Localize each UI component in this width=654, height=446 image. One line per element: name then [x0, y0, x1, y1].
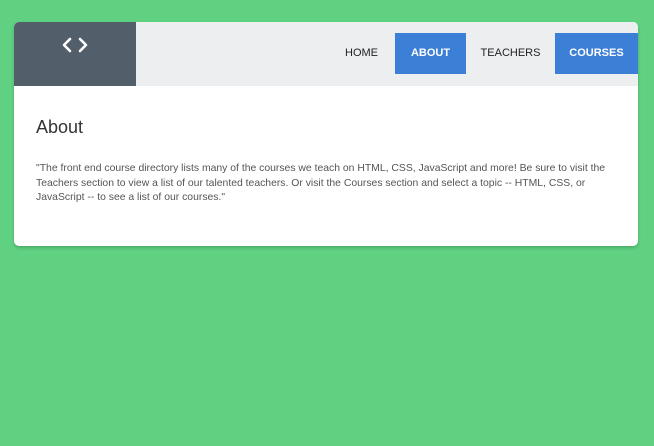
- main-content: About "The front end course directory li…: [36, 117, 616, 206]
- site-header: HOME ABOUT TEACHERS COURSES: [14, 22, 638, 86]
- nav-about[interactable]: ABOUT: [395, 33, 466, 74]
- code-brackets-icon: [62, 37, 88, 53]
- logo[interactable]: [14, 22, 136, 86]
- main-nav: HOME ABOUT TEACHERS COURSES: [328, 33, 638, 74]
- content-card: HOME ABOUT TEACHERS COURSES About "The f…: [14, 22, 638, 246]
- page-title: About: [36, 117, 84, 137]
- about-paragraph: "The front end course directory lists ma…: [36, 163, 606, 203]
- nav-teachers[interactable]: TEACHERS: [466, 33, 555, 74]
- nav-home[interactable]: HOME: [328, 33, 395, 74]
- nav-courses[interactable]: COURSES: [555, 33, 638, 74]
